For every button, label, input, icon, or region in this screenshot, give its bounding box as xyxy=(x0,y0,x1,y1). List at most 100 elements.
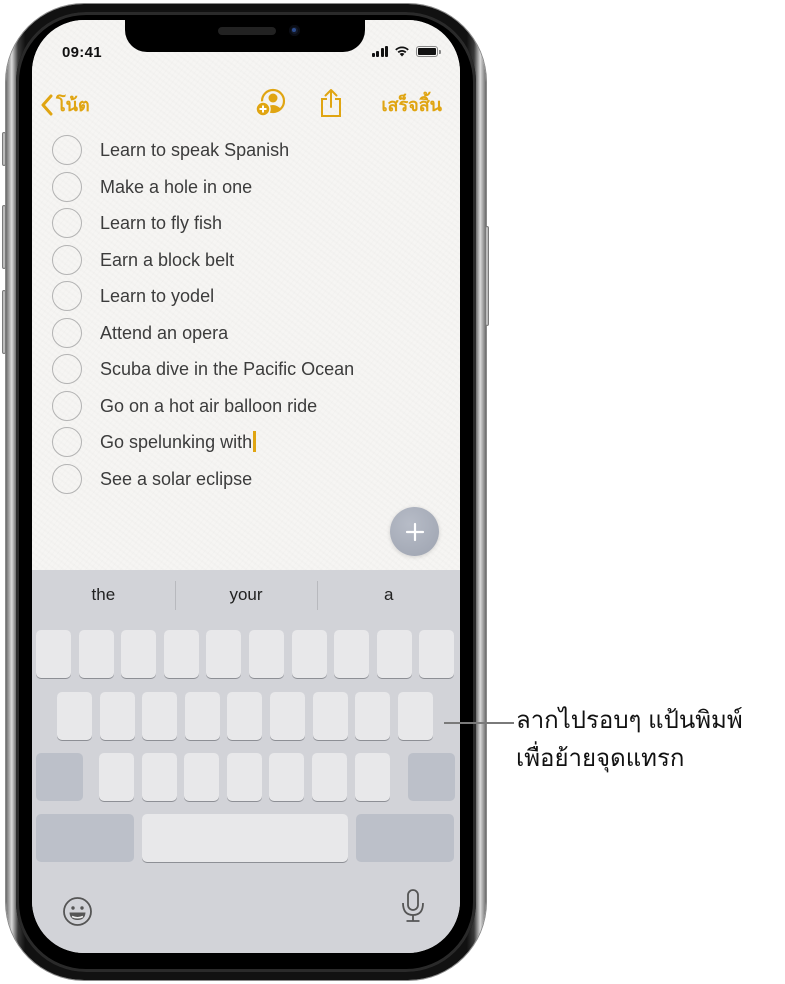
letter-key[interactable] xyxy=(206,630,242,678)
keyboard[interactable]: the your a xyxy=(32,570,460,953)
prediction-suggestion[interactable]: a xyxy=(317,570,460,620)
letter-key[interactable] xyxy=(226,753,262,801)
letter-key[interactable] xyxy=(419,630,455,678)
checklist-item-text[interactable]: Learn to yodel xyxy=(100,286,214,307)
letter-key[interactable] xyxy=(354,753,390,801)
item-label: See a solar eclipse xyxy=(100,468,253,489)
letter-key[interactable] xyxy=(269,753,305,801)
checklist-item[interactable]: Learn to fly fish xyxy=(52,205,222,241)
checklist-item-text[interactable]: Go spelunking with xyxy=(100,431,256,453)
letter-key[interactable] xyxy=(270,692,305,740)
item-label: Learn to speak Spanish xyxy=(100,139,290,160)
checklist-item[interactable]: Learn to yodel xyxy=(52,278,214,314)
letter-key[interactable] xyxy=(141,753,177,801)
checklist-item[interactable]: Go on a hot air balloon ride xyxy=(52,388,317,424)
phone-screen: 09:41 โน้ต เสร็จสิ้น Learn to speak Span… xyxy=(32,20,460,953)
return-key[interactable] xyxy=(356,814,454,862)
cellular-signal-icon xyxy=(371,45,388,57)
checkbox-circle[interactable] xyxy=(52,281,82,311)
add-people-button[interactable] xyxy=(254,88,288,123)
delete-key[interactable] xyxy=(408,753,455,801)
checklist-item-text[interactable]: Learn to speak Spanish xyxy=(100,140,289,161)
checklist-item[interactable]: Go spelunking with xyxy=(52,424,256,460)
back-label: โน้ต xyxy=(56,95,90,115)
front-camera xyxy=(289,25,300,36)
predictive-text-bar: the your a xyxy=(32,570,460,620)
volume-down-button xyxy=(2,290,6,354)
share-button[interactable] xyxy=(319,88,343,123)
item-label: Go spelunking with xyxy=(100,432,253,452)
letter-key[interactable] xyxy=(312,692,348,740)
letter-key[interactable] xyxy=(312,753,347,801)
item-label: Earn a block belt xyxy=(100,249,235,270)
letter-key[interactable] xyxy=(57,692,92,740)
checkbox-circle[interactable] xyxy=(52,245,82,275)
checklist-item-text[interactable]: See a solar eclipse xyxy=(100,469,252,490)
checkbox-circle[interactable] xyxy=(52,464,82,494)
shift-key[interactable] xyxy=(36,753,83,801)
callout-annotation: ลากไปรอบๆ แป้นพิมพ์ เพื่อย้ายจุดแทรก xyxy=(516,707,743,772)
checkbox-circle[interactable] xyxy=(52,208,82,238)
navigation-bar: โน้ต เสร็จสิ้น xyxy=(32,86,460,122)
checklist-item-text[interactable]: Make a hole in one xyxy=(100,177,252,198)
letter-key[interactable] xyxy=(184,692,220,740)
checklist-item[interactable]: Learn to speak Spanish xyxy=(52,132,289,168)
text-insertion-caret xyxy=(253,431,256,452)
emoji-icon xyxy=(63,897,92,926)
checkbox-circle[interactable] xyxy=(52,427,82,457)
prediction-suggestion[interactable]: the xyxy=(32,570,175,620)
item-label: Make a hole in one xyxy=(100,176,253,197)
letter-key[interactable] xyxy=(397,692,433,740)
letter-key[interactable] xyxy=(36,630,71,678)
checklist-item[interactable]: Scuba dive in the Pacific Ocean xyxy=(52,351,354,387)
battery-icon xyxy=(416,45,441,57)
add-person-icon xyxy=(255,88,286,117)
letter-key[interactable] xyxy=(99,753,134,801)
prediction-suggestion[interactable]: your xyxy=(174,570,318,620)
checklist-item-text[interactable]: Earn a block belt xyxy=(100,250,234,271)
checklist-item[interactable]: Earn a block belt xyxy=(52,242,234,278)
checkbox-circle[interactable] xyxy=(52,172,82,202)
letter-key[interactable] xyxy=(376,630,412,678)
dictation-button[interactable] xyxy=(400,888,426,929)
emoji-button[interactable] xyxy=(62,896,93,932)
mute-switch xyxy=(2,132,6,166)
letter-key[interactable] xyxy=(121,630,157,678)
checklist-item-text[interactable]: Attend an opera xyxy=(100,323,228,344)
status-indicators xyxy=(371,44,441,58)
done-button[interactable]: เสร็จสิ้น xyxy=(381,90,442,119)
checkbox-circle[interactable] xyxy=(52,391,82,421)
letter-key[interactable] xyxy=(227,692,263,740)
letter-key[interactable] xyxy=(142,692,178,740)
checklist-item-text[interactable]: Learn to fly fish xyxy=(100,213,222,234)
space-key[interactable] xyxy=(142,814,348,862)
checklist-item-text[interactable]: Scuba dive in the Pacific Ocean xyxy=(100,359,354,380)
volume-up-button xyxy=(2,205,6,269)
back-button[interactable]: โน้ต xyxy=(40,90,90,119)
checkbox-circle[interactable] xyxy=(52,135,82,165)
letter-key[interactable] xyxy=(78,630,114,678)
checklist-item[interactable]: Attend an opera xyxy=(52,315,228,351)
add-button[interactable] xyxy=(390,507,439,556)
letter-key[interactable] xyxy=(249,630,284,678)
chevron-left-icon xyxy=(41,94,53,115)
checklist-item[interactable]: See a solar eclipse xyxy=(52,461,252,497)
letter-key[interactable] xyxy=(184,753,220,801)
letter-key[interactable] xyxy=(291,630,327,678)
earpiece-speaker xyxy=(218,27,276,35)
letter-key[interactable] xyxy=(334,630,370,678)
share-icon xyxy=(321,89,341,117)
checklist-item[interactable]: Make a hole in one xyxy=(52,169,252,205)
checkbox-circle[interactable] xyxy=(52,318,82,348)
item-label: Go on a hot air balloon ride xyxy=(100,395,318,416)
item-label: Learn to yodel xyxy=(100,285,215,306)
numbers-key[interactable] xyxy=(36,814,134,862)
letter-key[interactable] xyxy=(355,692,391,740)
wifi-icon xyxy=(395,46,409,57)
checkbox-circle[interactable] xyxy=(52,354,82,384)
letter-key[interactable] xyxy=(99,692,135,740)
item-label: Learn to fly fish xyxy=(100,212,223,233)
microphone-icon xyxy=(402,889,424,922)
letter-key[interactable] xyxy=(163,630,199,678)
checklist-item-text[interactable]: Go on a hot air balloon ride xyxy=(100,396,317,417)
